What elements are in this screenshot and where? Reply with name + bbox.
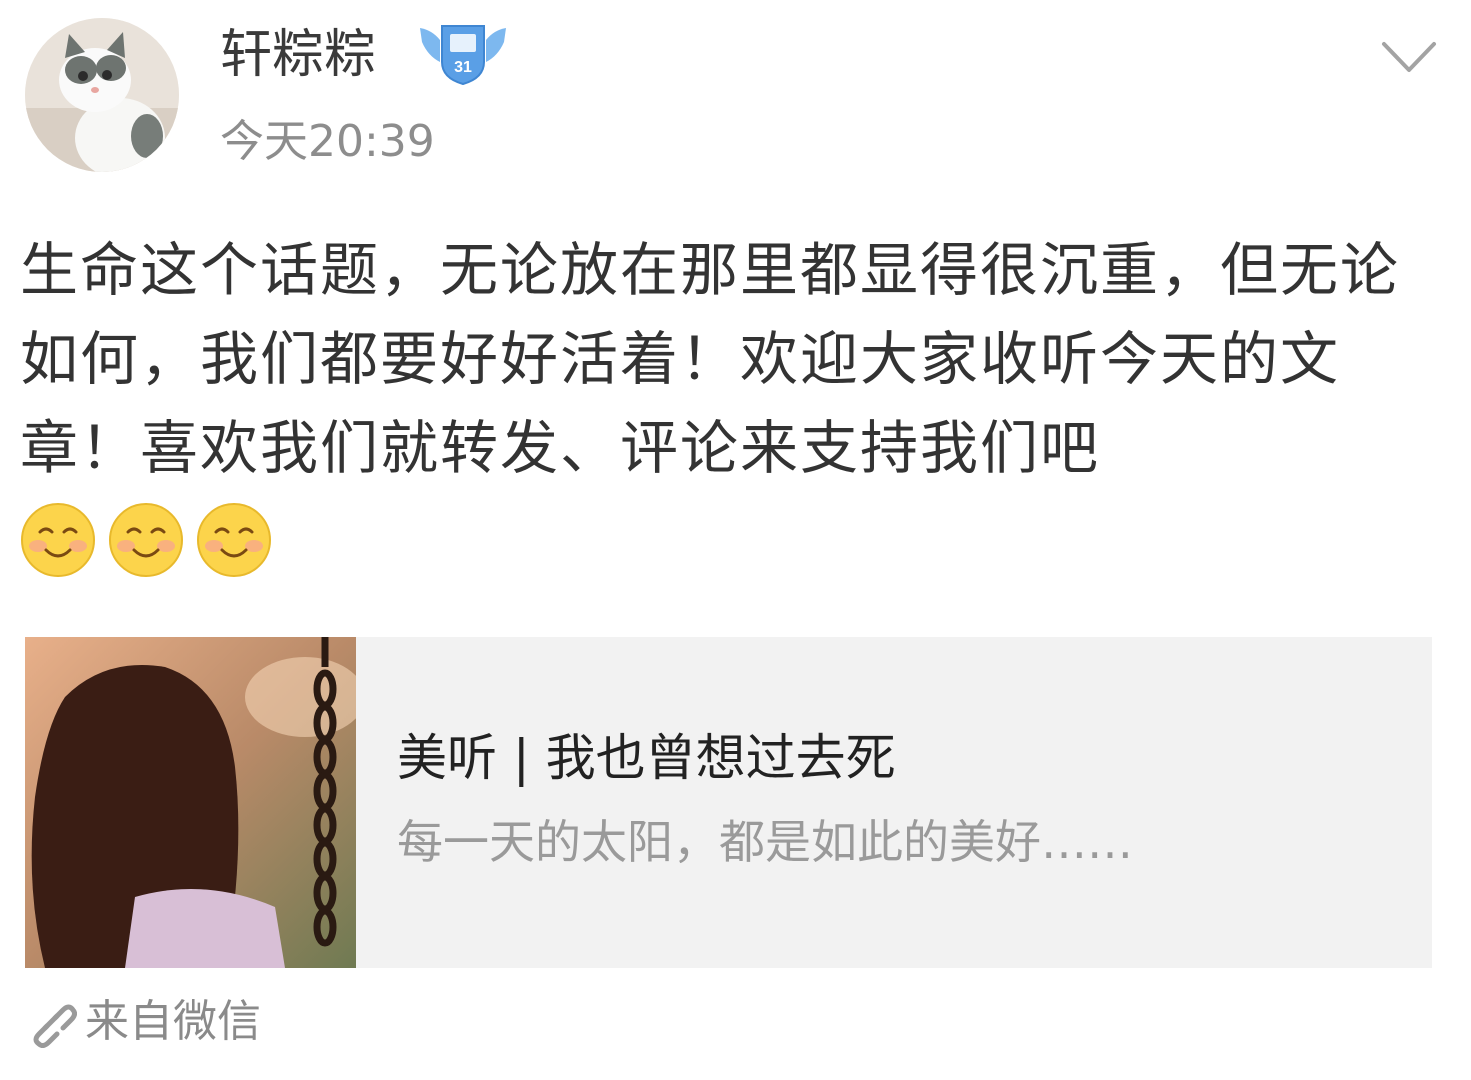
- article-description: 每一天的太阳，都是如此的美好……: [397, 815, 1133, 869]
- source-label: 来自微信: [85, 996, 261, 1047]
- article-card[interactable]: 美听 | 我也曾想过去死 每一天的太阳，都是如此的美好……: [25, 637, 1432, 968]
- cat-avatar-image: [25, 18, 179, 172]
- smile-emoji-icon: [109, 503, 183, 577]
- article-thumbnail: [25, 637, 356, 968]
- username[interactable]: 轩粽粽: [220, 22, 376, 88]
- svg-text:31: 31: [454, 59, 472, 76]
- avatar[interactable]: [25, 18, 179, 172]
- post-source[interactable]: 来自微信: [25, 992, 261, 1052]
- chevron-down-icon[interactable]: [1380, 38, 1438, 78]
- post-text: 生命这个话题，无论放在那里都显得很沉重，但无论如何，我们都要好好活着！欢迎大家收…: [20, 236, 1401, 482]
- winged-shield-badge-icon[interactable]: 31: [418, 22, 508, 88]
- smile-emoji-icon: [197, 503, 271, 577]
- weibo-post: 轩粽粽 31 今天20:39 生命这个话题，无论放在那里都显得很沉重，但无论如何…: [0, 0, 1471, 1080]
- smile-emoji-icon: [21, 503, 95, 577]
- emoji-row: [20, 502, 272, 578]
- post-timestamp: 今天20:39: [220, 116, 435, 167]
- link-icon: [33, 1004, 77, 1048]
- article-title[interactable]: 美听 | 我也曾想过去死: [397, 725, 896, 791]
